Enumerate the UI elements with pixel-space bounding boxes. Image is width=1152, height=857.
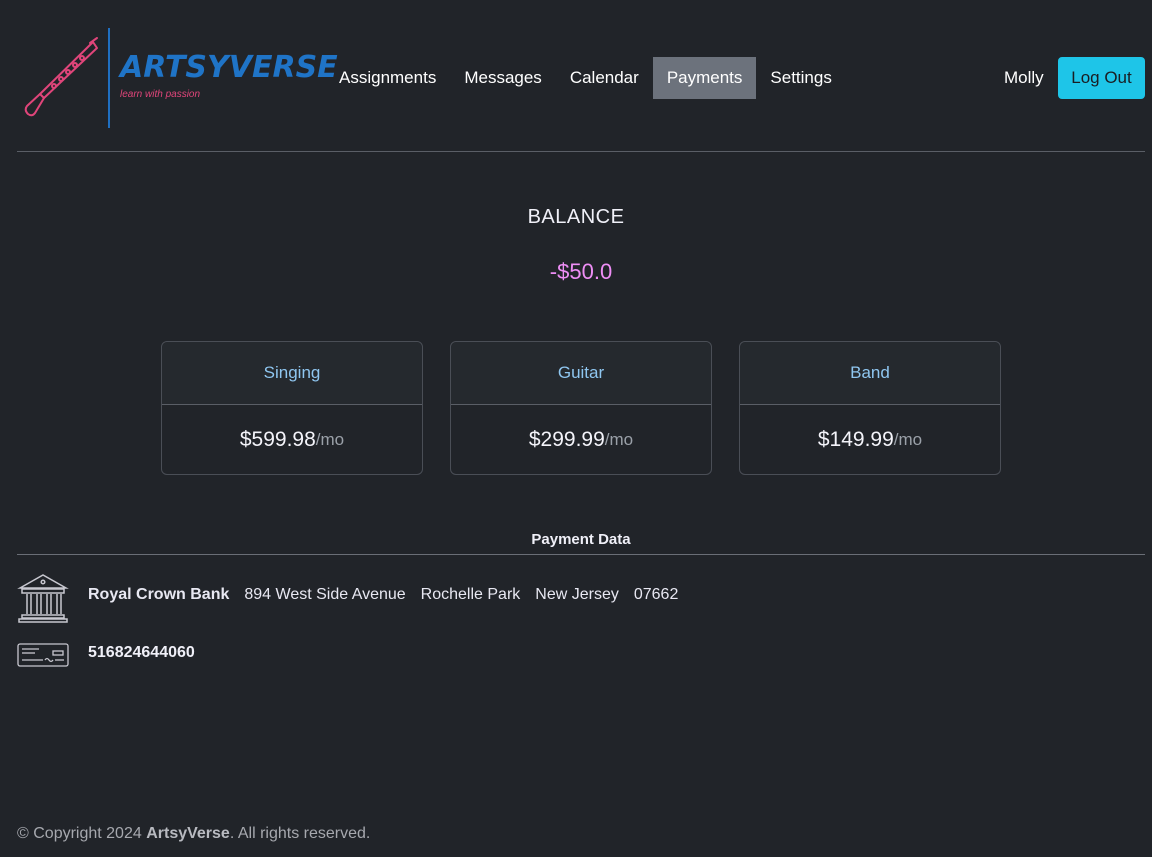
bank-state: New Jersey	[535, 586, 619, 603]
plan-price: $149.99	[817, 427, 894, 451]
plan-period: /mo	[604, 429, 634, 449]
payment-data-divider	[17, 554, 1145, 555]
footer-brand[interactable]: ArtsyVerse	[146, 825, 230, 842]
bank-city: Rochelle Park	[420, 586, 521, 603]
logout-button[interactable]: Log Out	[1058, 57, 1145, 99]
plan-price: $599.98	[239, 427, 316, 451]
nav-payments[interactable]: Payments	[652, 57, 757, 99]
plan-period: /mo	[315, 429, 345, 449]
clarinet-icon	[24, 37, 98, 117]
bank-zip: 07662	[633, 586, 679, 603]
plan-name: Band	[740, 342, 1000, 405]
plan-card-guitar: Guitar $299.99/mo	[450, 341, 712, 475]
plan-name: Guitar	[451, 342, 711, 405]
plan-price: $299.99	[528, 427, 605, 451]
bank-street: 894 West Side Avenue	[244, 586, 406, 603]
brand-name: ARTSYVERSE	[120, 50, 338, 85]
plan-card-singing: Singing $599.98/mo	[161, 341, 423, 475]
footer-prefix: © Copyright 2024	[17, 825, 147, 842]
plan-period: /mo	[893, 429, 923, 449]
bank-name: Royal Crown Bank	[88, 586, 230, 603]
payment-data-title: Payment Data	[531, 531, 631, 548]
header: ARTSYVERSE learn with passion Assignment…	[17, 0, 1145, 152]
logo-divider	[108, 28, 110, 128]
plan-name: Singing	[162, 342, 422, 405]
footer: © Copyright 2024 ArtsyVerse. All rights …	[17, 825, 370, 843]
balance-title: BALANCE	[527, 206, 625, 228]
bank-icon	[17, 574, 69, 623]
check-icon	[17, 643, 69, 667]
nav-assignments[interactable]: Assignments	[325, 57, 450, 99]
plan-card-band: Band $149.99/mo	[739, 341, 1001, 475]
brand-tagline: learn with passion	[120, 89, 201, 100]
main-nav: Assignments Messages Calendar Payments S…	[325, 57, 846, 99]
balance-amount: -$50.0	[549, 259, 613, 284]
footer-suffix: . All rights reserved.	[229, 825, 371, 842]
bank-info: Royal Crown Bank 894 West Side Avenue Ro…	[88, 586, 678, 604]
nav-messages[interactable]: Messages	[450, 57, 555, 99]
user-name[interactable]: Molly	[1004, 57, 1044, 99]
nav-settings[interactable]: Settings	[756, 57, 845, 99]
logo[interactable]: ARTSYVERSE learn with passion	[24, 28, 338, 128]
account-number: 516824644060	[88, 644, 195, 661]
nav-calendar[interactable]: Calendar	[556, 57, 653, 99]
